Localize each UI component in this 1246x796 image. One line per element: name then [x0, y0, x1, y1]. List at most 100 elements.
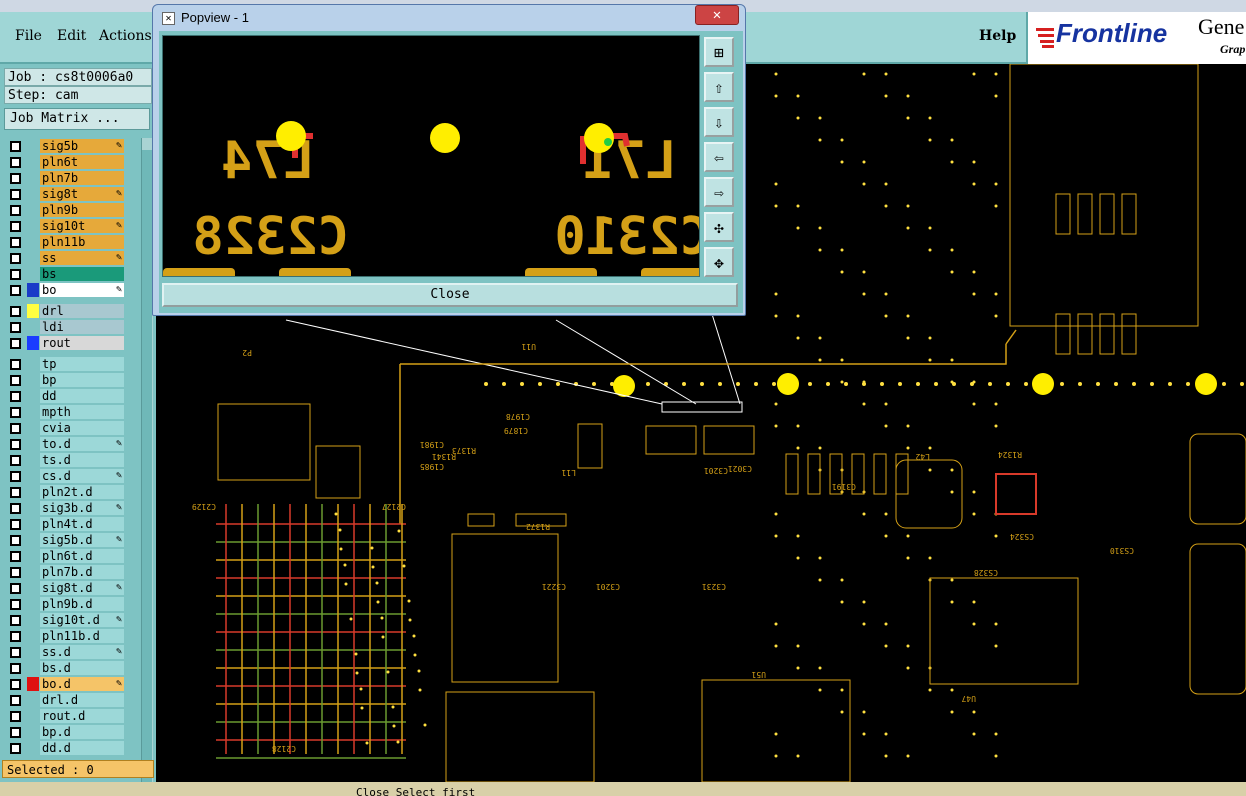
layer-row-pln9b-d[interactable]: pln9b.d — [3, 596, 139, 612]
pan-left-icon[interactable]: ⇦ — [704, 142, 734, 172]
layer-name[interactable]: ts.d — [40, 453, 124, 467]
layer-checkbox[interactable] — [10, 391, 21, 402]
layer-name[interactable]: sig3b.d ✎ — [40, 501, 124, 515]
layer-row-dd-d[interactable]: dd.d — [3, 740, 139, 756]
layer-name[interactable]: cs.d ✎ — [40, 469, 124, 483]
layer-name[interactable]: dd — [40, 389, 124, 403]
layer-name[interactable]: dd.d — [40, 741, 124, 755]
layer-row-pln6t-d[interactable]: pln6t.d — [3, 548, 139, 564]
layer-checkbox[interactable] — [10, 567, 21, 578]
layer-checkbox[interactable] — [10, 141, 21, 152]
layer-checkbox[interactable] — [10, 322, 21, 333]
menu-file[interactable]: File — [15, 28, 42, 44]
layer-row-pln2t-d[interactable]: pln2t.d — [3, 484, 139, 500]
layer-name[interactable]: ss.d ✎ — [40, 645, 124, 659]
layer-checkbox[interactable] — [10, 205, 21, 216]
layer-checkbox[interactable] — [10, 407, 21, 418]
layer-row-rout[interactable]: rout — [3, 335, 139, 351]
layer-color-swatch[interactable] — [27, 677, 39, 691]
zoom-down-icon[interactable]: ⇩ — [704, 107, 734, 137]
layer-row-pln4t-d[interactable]: pln4t.d — [3, 516, 139, 532]
layer-name[interactable]: tp — [40, 357, 124, 371]
layer-checkbox[interactable] — [10, 269, 21, 280]
layer-checkbox[interactable] — [10, 727, 21, 738]
layer-checkbox[interactable] — [10, 173, 21, 184]
layer-name[interactable]: bp — [40, 373, 124, 387]
layer-name[interactable]: bs.d — [40, 661, 124, 675]
layer-name[interactable]: to.d ✎ — [40, 437, 124, 451]
layer-checkbox[interactable] — [10, 157, 21, 168]
layer-name[interactable]: sig10t.d ✎ — [40, 613, 124, 627]
layer-name[interactable]: pln9b.d — [40, 597, 124, 611]
layer-row-sig8t-d[interactable]: sig8t.d ✎ — [3, 580, 139, 596]
menu-edit[interactable]: Edit — [57, 28, 86, 44]
layer-name[interactable]: drl — [40, 304, 124, 318]
layer-name[interactable]: bo.d ✎ — [40, 677, 124, 691]
layer-row-bo-d[interactable]: bo.d ✎ — [3, 676, 139, 692]
layer-row-tp[interactable]: tp — [3, 356, 139, 372]
layer-name[interactable]: pln2t.d — [40, 485, 124, 499]
zoom-up-icon[interactable]: ⇧ — [704, 72, 734, 102]
layer-name[interactable]: bs — [40, 267, 124, 281]
layer-checkbox[interactable] — [10, 285, 21, 296]
job-matrix-button[interactable]: Job Matrix ... — [4, 108, 150, 130]
layer-row-drl-d[interactable]: drl.d — [3, 692, 139, 708]
layer-checkbox[interactable] — [10, 359, 21, 370]
layer-row-pln6t[interactable]: pln6t — [3, 154, 139, 170]
layer-checkbox[interactable] — [10, 631, 21, 642]
layer-checkbox[interactable] — [10, 471, 21, 482]
layer-name[interactable]: rout — [40, 336, 124, 350]
layer-checkbox[interactable] — [10, 679, 21, 690]
layer-checkbox[interactable] — [10, 221, 21, 232]
layer-name[interactable]: sig5b ✎ — [40, 139, 124, 153]
zoom-fit-icon[interactable]: ⊞ — [704, 37, 734, 67]
layer-row-bs[interactable]: bs — [3, 266, 139, 282]
pan-icon[interactable]: ✥ — [704, 247, 734, 277]
layer-name[interactable]: bo ✎ — [40, 283, 124, 297]
layer-checkbox[interactable] — [10, 583, 21, 594]
layer-row-dd[interactable]: dd — [3, 388, 139, 404]
layer-row-sig10t-d[interactable]: sig10t.d ✎ — [3, 612, 139, 628]
layer-name[interactable]: cvia — [40, 421, 124, 435]
layer-name[interactable]: sig10t ✎ — [40, 219, 124, 233]
layer-row-ss-d[interactable]: ss.d ✎ — [3, 644, 139, 660]
layer-color-swatch[interactable] — [27, 304, 39, 318]
layer-row-pln11b[interactable]: pln11b — [3, 234, 139, 250]
window-close-button[interactable]: ✕ — [695, 5, 739, 25]
layer-row-pln9b[interactable]: pln9b — [3, 202, 139, 218]
layer-checkbox[interactable] — [10, 189, 21, 200]
layer-checkbox[interactable] — [10, 551, 21, 562]
layer-name[interactable]: ldi — [40, 320, 124, 334]
layer-name[interactable]: pln6t — [40, 155, 124, 169]
pan-right-icon[interactable]: ⇨ — [704, 177, 734, 207]
layer-row-bp[interactable]: bp — [3, 372, 139, 388]
layer-name[interactable]: rout.d — [40, 709, 124, 723]
layer-row-pln11b-d[interactable]: pln11b.d — [3, 628, 139, 644]
layer-checkbox[interactable] — [10, 375, 21, 386]
layer-name[interactable]: sig8t ✎ — [40, 187, 124, 201]
layer-row-bs-d[interactable]: bs.d — [3, 660, 139, 676]
layer-row-mpth[interactable]: mpth — [3, 404, 139, 420]
layer-row-sig10t[interactable]: sig10t ✎ — [3, 218, 139, 234]
layer-color-swatch[interactable] — [27, 283, 39, 297]
layer-checkbox[interactable] — [10, 487, 21, 498]
menu-actions[interactable]: Actions — [99, 28, 152, 44]
layer-row-sig3b-d[interactable]: sig3b.d ✎ — [3, 500, 139, 516]
layer-checkbox[interactable] — [10, 455, 21, 466]
layer-row-pln7b[interactable]: pln7b — [3, 170, 139, 186]
popview-close-button[interactable]: Close — [162, 283, 738, 307]
layer-checkbox[interactable] — [10, 599, 21, 610]
layer-checkbox[interactable] — [10, 338, 21, 349]
layer-row-pln7b-d[interactable]: pln7b.d — [3, 564, 139, 580]
layer-checkbox[interactable] — [10, 695, 21, 706]
layer-name[interactable]: sig8t.d ✎ — [40, 581, 124, 595]
layer-row-sig5b-d[interactable]: sig5b.d ✎ — [3, 532, 139, 548]
layer-row-sig8t[interactable]: sig8t ✎ — [3, 186, 139, 202]
popview-canvas[interactable]: C2328 C2310 L74 L71 — [162, 35, 700, 277]
layer-row-bp-d[interactable]: bp.d — [3, 724, 139, 740]
layer-checkbox[interactable] — [10, 535, 21, 546]
layer-row-ldi[interactable]: ldi — [3, 319, 139, 335]
layer-name[interactable]: sig5b.d ✎ — [40, 533, 124, 547]
layer-checkbox[interactable] — [10, 439, 21, 450]
layer-checkbox[interactable] — [10, 647, 21, 658]
